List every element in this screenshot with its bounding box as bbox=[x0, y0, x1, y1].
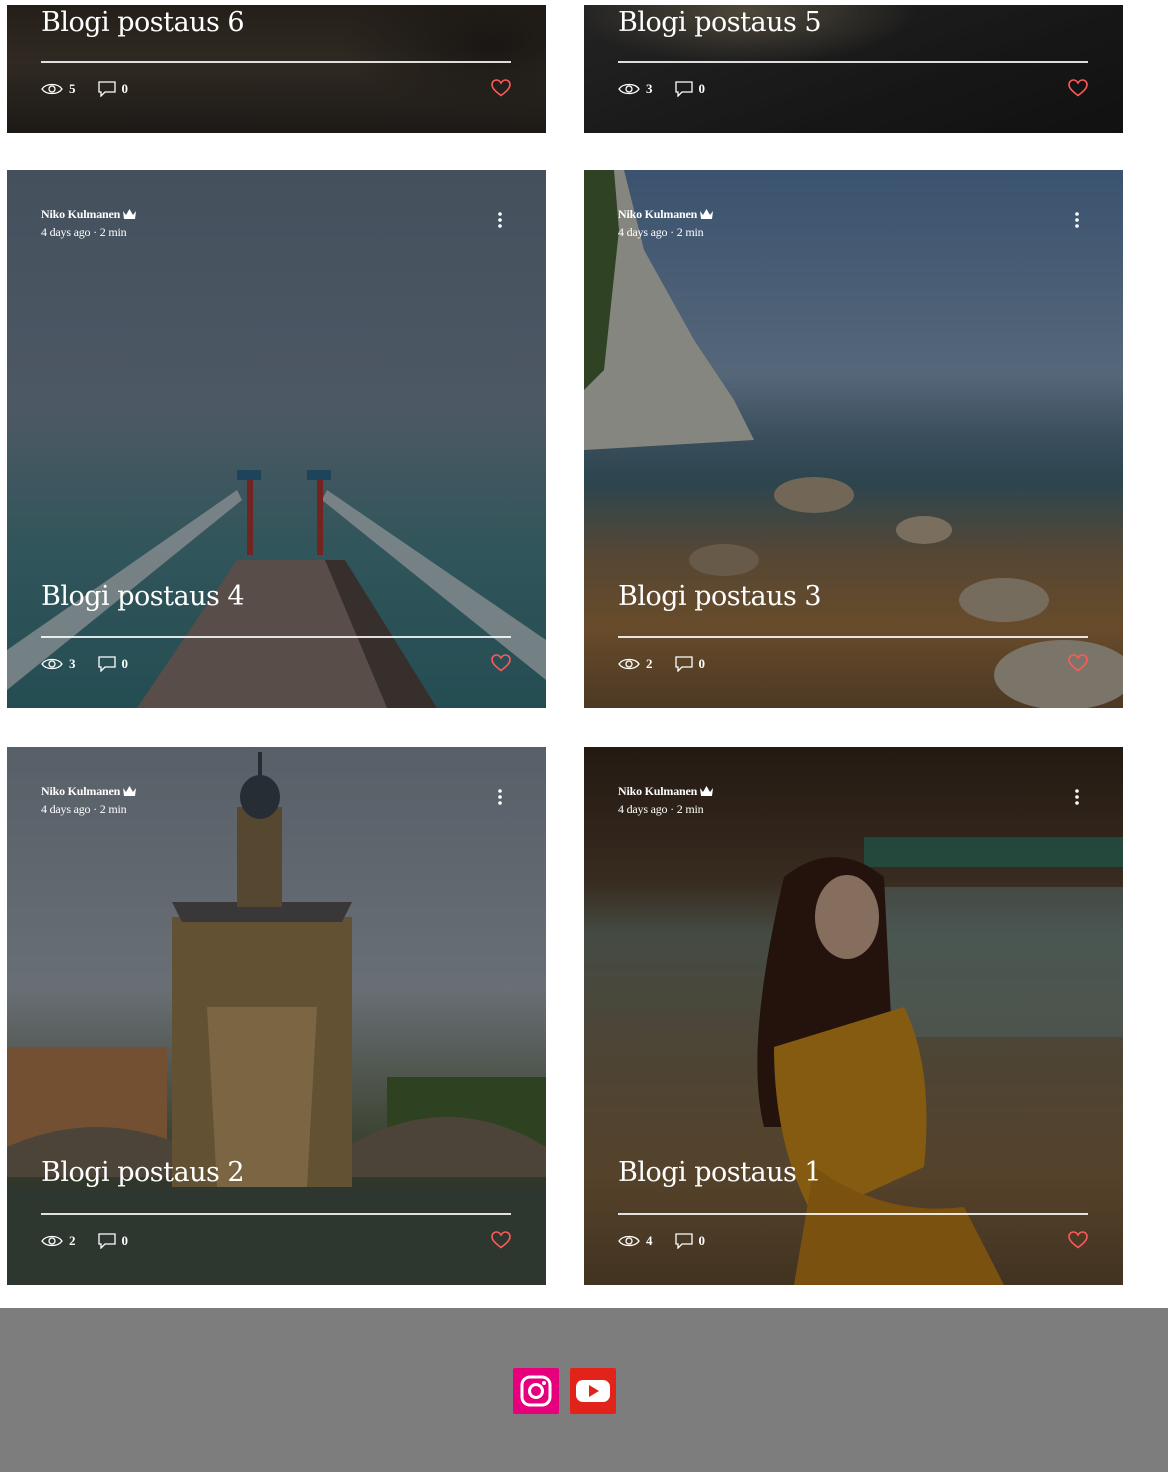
eye-icon bbox=[41, 658, 63, 670]
post-card-1[interactable]: Niko Kulmanen 4 days ago · 2 min Blogi p… bbox=[584, 747, 1123, 1285]
author-name[interactable]: Niko Kulmanen bbox=[41, 207, 120, 221]
crown-icon bbox=[700, 786, 714, 796]
post-date: 4 days ago · 2 min bbox=[41, 802, 127, 816]
author-name[interactable]: Niko Kulmanen bbox=[41, 784, 120, 798]
post-meta: Niko Kulmanen 4 days ago · 2 min bbox=[41, 782, 137, 818]
post-card-3[interactable]: Niko Kulmanen 4 days ago · 2 min Blogi p… bbox=[584, 170, 1123, 708]
view-count: 5 bbox=[69, 81, 76, 96]
youtube-link[interactable] bbox=[570, 1368, 616, 1414]
eye-icon bbox=[618, 658, 640, 670]
instagram-link[interactable] bbox=[513, 1368, 559, 1414]
comment-count: 0 bbox=[698, 656, 706, 671]
heart-icon[interactable] bbox=[491, 79, 511, 97]
view-count: 2 bbox=[69, 1233, 76, 1248]
post-title[interactable]: Blogi postaus 2 bbox=[41, 1157, 245, 1188]
post-stats: 3 0 bbox=[41, 656, 150, 672]
comment-icon bbox=[97, 81, 116, 97]
more-options-icon[interactable] bbox=[497, 788, 503, 806]
comment-count: 0 bbox=[121, 1233, 129, 1248]
divider bbox=[41, 1213, 511, 1215]
comment-icon bbox=[97, 656, 116, 672]
heart-icon[interactable] bbox=[1068, 1231, 1088, 1249]
post-card-4[interactable]: Niko Kulmanen 4 days ago · 2 min Blogi p… bbox=[7, 170, 546, 708]
comment-icon bbox=[674, 81, 693, 97]
post-title[interactable]: Blogi postaus 6 bbox=[41, 7, 245, 38]
comment-icon bbox=[674, 656, 693, 672]
eye-icon bbox=[41, 1235, 63, 1247]
blog-page: Blogi postaus 6 5 0 Blogi postaus 5 3 0 bbox=[0, 0, 1168, 1472]
divider bbox=[618, 61, 1088, 63]
comment-count: 0 bbox=[121, 656, 129, 671]
eye-icon bbox=[41, 83, 63, 95]
crown-icon bbox=[123, 209, 137, 219]
view-count: 2 bbox=[646, 656, 653, 671]
comment-count: 0 bbox=[698, 1233, 706, 1248]
eye-icon bbox=[618, 1235, 640, 1247]
divider bbox=[41, 61, 511, 63]
post-card-6[interactable]: Blogi postaus 6 5 0 bbox=[7, 5, 546, 133]
post-stats: 3 0 bbox=[618, 81, 727, 97]
instagram-icon bbox=[520, 1375, 552, 1407]
post-title[interactable]: Blogi postaus 4 bbox=[41, 581, 245, 612]
post-title[interactable]: Blogi postaus 5 bbox=[618, 7, 822, 38]
view-count: 4 bbox=[646, 1233, 653, 1248]
author-name[interactable]: Niko Kulmanen bbox=[618, 784, 697, 798]
comment-count: 0 bbox=[121, 81, 129, 96]
site-footer bbox=[0, 1308, 1168, 1472]
heart-icon[interactable] bbox=[1068, 79, 1088, 97]
more-options-icon[interactable] bbox=[497, 211, 503, 229]
post-card-2[interactable]: Niko Kulmanen 4 days ago · 2 min Blogi p… bbox=[7, 747, 546, 1285]
post-title[interactable]: Blogi postaus 1 bbox=[618, 1157, 822, 1188]
post-meta: Niko Kulmanen 4 days ago · 2 min bbox=[618, 205, 714, 241]
eye-icon bbox=[618, 83, 640, 95]
post-stats: 2 0 bbox=[41, 1233, 150, 1249]
post-card-5[interactable]: Blogi postaus 5 3 0 bbox=[584, 5, 1123, 133]
post-meta: Niko Kulmanen 4 days ago · 2 min bbox=[41, 205, 137, 241]
divider bbox=[618, 636, 1088, 638]
more-options-icon[interactable] bbox=[1074, 788, 1080, 806]
post-stats: 5 0 bbox=[41, 81, 150, 97]
post-title[interactable]: Blogi postaus 3 bbox=[618, 581, 822, 612]
heart-icon[interactable] bbox=[1068, 654, 1088, 672]
post-meta: Niko Kulmanen 4 days ago · 2 min bbox=[618, 782, 714, 818]
author-name[interactable]: Niko Kulmanen bbox=[618, 207, 697, 221]
youtube-icon bbox=[576, 1380, 610, 1402]
comment-icon bbox=[674, 1233, 693, 1249]
post-date: 4 days ago · 2 min bbox=[41, 225, 127, 239]
crown-icon bbox=[123, 786, 137, 796]
heart-icon[interactable] bbox=[491, 1231, 511, 1249]
view-count: 3 bbox=[646, 81, 653, 96]
divider bbox=[41, 636, 511, 638]
post-date: 4 days ago · 2 min bbox=[618, 802, 704, 816]
heart-icon[interactable] bbox=[491, 654, 511, 672]
divider bbox=[618, 1213, 1088, 1215]
view-count: 3 bbox=[69, 656, 76, 671]
more-options-icon[interactable] bbox=[1074, 211, 1080, 229]
post-stats: 2 0 bbox=[618, 656, 727, 672]
crown-icon bbox=[700, 209, 714, 219]
post-date: 4 days ago · 2 min bbox=[618, 225, 704, 239]
post-stats: 4 0 bbox=[618, 1233, 727, 1249]
comment-icon bbox=[97, 1233, 116, 1249]
comment-count: 0 bbox=[698, 81, 706, 96]
